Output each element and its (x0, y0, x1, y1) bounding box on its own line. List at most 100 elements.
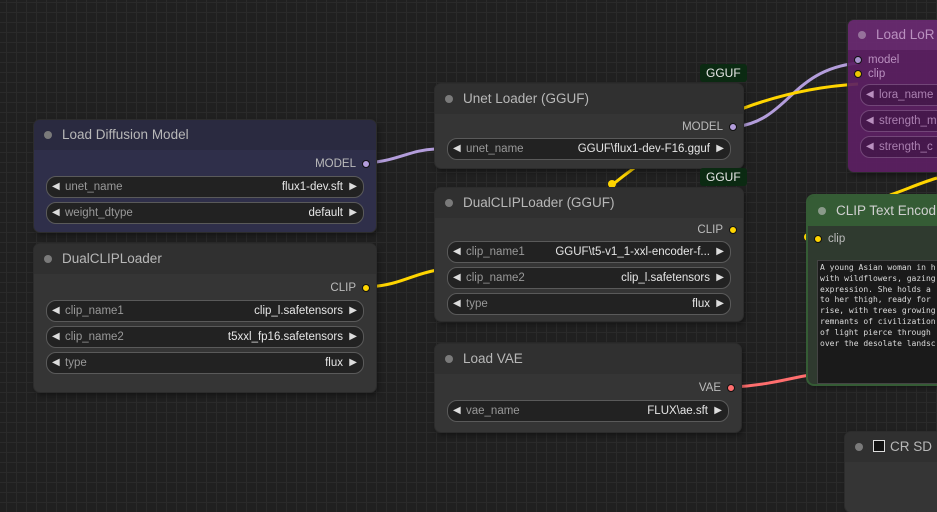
input-socket-icon[interactable] (854, 70, 862, 78)
node-cr-sd[interactable]: CR SD (845, 432, 937, 512)
widget-strength-clip[interactable]: ◀ strength_c (860, 136, 937, 158)
arrow-left-icon[interactable]: ◀ (453, 242, 461, 262)
widget-vae-name[interactable]: ◀ vae_name FLUX\ae.sft ▶ (447, 400, 729, 422)
prompt-textarea[interactable]: A young Asian woman in h with wildflower… (817, 260, 937, 384)
node-title[interactable]: Unet Loader (GGUF) (435, 84, 743, 114)
arrow-left-icon[interactable]: ◀ (453, 401, 461, 421)
widget-label: type (466, 298, 488, 310)
output-socket-icon[interactable] (362, 284, 370, 292)
widget-clip-name2[interactable]: ◀ clip_name2 t5xxl_fp16.safetensors ▶ (46, 326, 364, 348)
output-clip[interactable]: CLIP (34, 278, 376, 298)
collapse-dot-icon[interactable] (445, 355, 453, 363)
arrow-left-icon[interactable]: ◀ (52, 327, 60, 347)
arrow-left-icon[interactable]: ◀ (52, 353, 60, 373)
node-title[interactable]: DualCLIPLoader (GGUF) (435, 188, 743, 218)
arrow-left-icon[interactable]: ◀ (52, 301, 60, 321)
arrow-right-icon[interactable]: ▶ (349, 301, 357, 321)
node-load-diffusion-model[interactable]: Load Diffusion Model MODEL ◀ unet_name f… (34, 120, 376, 232)
output-label: VAE (698, 382, 721, 394)
widget-value: FLUX\ae.sft (647, 405, 708, 417)
widget-type[interactable]: ◀ type flux ▶ (46, 352, 364, 374)
widget-lora-name[interactable]: ◀ lora_name (860, 84, 937, 106)
widget-type[interactable]: ◀ type flux ▶ (447, 293, 731, 315)
input-label: clip (828, 233, 846, 245)
collapse-dot-icon[interactable] (818, 207, 826, 215)
collapse-dot-icon[interactable] (445, 199, 453, 207)
widget-label: vae_name (466, 405, 520, 417)
arrow-right-icon[interactable]: ▶ (716, 294, 724, 314)
arrow-right-icon[interactable]: ▶ (716, 268, 724, 288)
node-title-text: DualCLIPLoader (GGUF) (463, 195, 615, 210)
arrow-right-icon[interactable]: ▶ (349, 177, 357, 197)
node-title[interactable]: Load VAE (435, 344, 741, 374)
checkbox-icon[interactable] (873, 440, 885, 452)
widget-label: weight_dtype (65, 207, 133, 219)
node-clip-text-encode[interactable]: CLIP Text Encod clip A young Asian woman… (808, 196, 937, 384)
arrow-right-icon[interactable]: ▶ (349, 327, 357, 347)
output-socket-icon[interactable] (362, 160, 370, 168)
collapse-dot-icon[interactable] (855, 443, 863, 451)
arrow-left-icon[interactable]: ◀ (52, 177, 60, 197)
arrow-right-icon[interactable]: ▶ (714, 401, 722, 421)
node-title-text: Load VAE (463, 351, 523, 366)
output-clip[interactable]: CLIP (435, 220, 743, 240)
node-dual-clip-loader[interactable]: DualCLIPLoader CLIP ◀ clip_name1 clip_l.… (34, 244, 376, 392)
output-socket-icon[interactable] (729, 226, 737, 234)
node-title-text: DualCLIPLoader (62, 251, 162, 266)
collapse-dot-icon[interactable] (445, 95, 453, 103)
output-model[interactable]: MODEL (34, 154, 376, 174)
wire-reroute-dot (608, 180, 616, 188)
arrow-left-icon[interactable]: ◀ (866, 85, 874, 105)
widget-clip-name1[interactable]: ◀ clip_name1 GGUF\t5-v1_1-xxl-encoder-f.… (447, 241, 731, 263)
arrow-left-icon[interactable]: ◀ (866, 137, 874, 157)
input-socket-icon[interactable] (814, 235, 822, 243)
widget-clip-name2[interactable]: ◀ clip_name2 clip_l.safetensors ▶ (447, 267, 731, 289)
input-clip[interactable]: clip (808, 228, 937, 250)
arrow-right-icon[interactable]: ▶ (349, 203, 357, 223)
widget-label: lora_name (879, 89, 934, 101)
node-title[interactable]: Load LoR (848, 20, 937, 50)
arrow-right-icon[interactable]: ▶ (716, 242, 724, 262)
arrow-left-icon[interactable]: ◀ (866, 111, 874, 131)
node-title[interactable]: DualCLIPLoader (34, 244, 376, 274)
widget-weight-dtype[interactable]: ◀ weight_dtype default ▶ (46, 202, 364, 224)
widget-label: clip_name1 (466, 246, 525, 258)
node-title[interactable]: Load Diffusion Model (34, 120, 376, 150)
widget-unet-name[interactable]: ◀ unet_name flux1-dev.sft ▶ (46, 176, 364, 198)
arrow-left-icon[interactable]: ◀ (453, 294, 461, 314)
widget-value: t5xxl_fp16.safetensors (227, 331, 343, 343)
widget-unet-name[interactable]: ◀ unet_name GGUF\flux1-dev-F16.gguf ▶ (447, 138, 731, 160)
widget-value: default (308, 207, 343, 219)
input-label: clip (868, 68, 886, 80)
arrow-left-icon[interactable]: ◀ (52, 203, 60, 223)
input-clip[interactable]: clip (848, 64, 937, 84)
collapse-dot-icon[interactable] (44, 255, 52, 263)
widget-value: flux (692, 298, 710, 310)
output-vae[interactable]: VAE (435, 378, 741, 398)
widget-label: clip_name2 (65, 331, 124, 343)
widget-clip-name1[interactable]: ◀ clip_name1 clip_l.safetensors ▶ (46, 300, 364, 322)
output-label: MODEL (682, 121, 723, 133)
input-socket-icon[interactable] (854, 56, 862, 64)
arrow-left-icon[interactable]: ◀ (453, 139, 461, 159)
node-title[interactable]: CR SD (845, 432, 937, 462)
wire-model-unet-to-lora (734, 61, 859, 129)
node-load-vae[interactable]: Load VAE VAE ◀ vae_name FLUX\ae.sft ▶ (435, 344, 741, 432)
arrow-left-icon[interactable]: ◀ (453, 268, 461, 288)
arrow-right-icon[interactable]: ▶ (716, 139, 724, 159)
output-model[interactable]: MODEL (435, 117, 743, 137)
node-load-lora[interactable]: Load LoR model clip ◀ lora_name ◀ streng… (848, 20, 937, 172)
node-title[interactable]: CLIP Text Encod (808, 196, 937, 226)
node-title-text: Load Diffusion Model (62, 127, 189, 142)
node-unet-loader-gguf[interactable]: Unet Loader (GGUF) MODEL ◀ unet_name GGU… (435, 84, 743, 168)
collapse-dot-icon[interactable] (44, 131, 52, 139)
widget-strength-model[interactable]: ◀ strength_m (860, 110, 937, 132)
wire-clip-dualclip-to-gguf (367, 268, 438, 289)
output-socket-icon[interactable] (727, 384, 735, 392)
node-title-text: CR SD (890, 439, 933, 454)
node-dual-clip-loader-gguf[interactable]: DualCLIPLoader (GGUF) CLIP ◀ clip_name1 … (435, 188, 743, 321)
collapse-dot-icon[interactable] (858, 31, 866, 39)
widget-value: GGUF\flux1-dev-F16.gguf (577, 143, 710, 155)
output-socket-icon[interactable] (729, 123, 737, 131)
arrow-right-icon[interactable]: ▶ (349, 353, 357, 373)
